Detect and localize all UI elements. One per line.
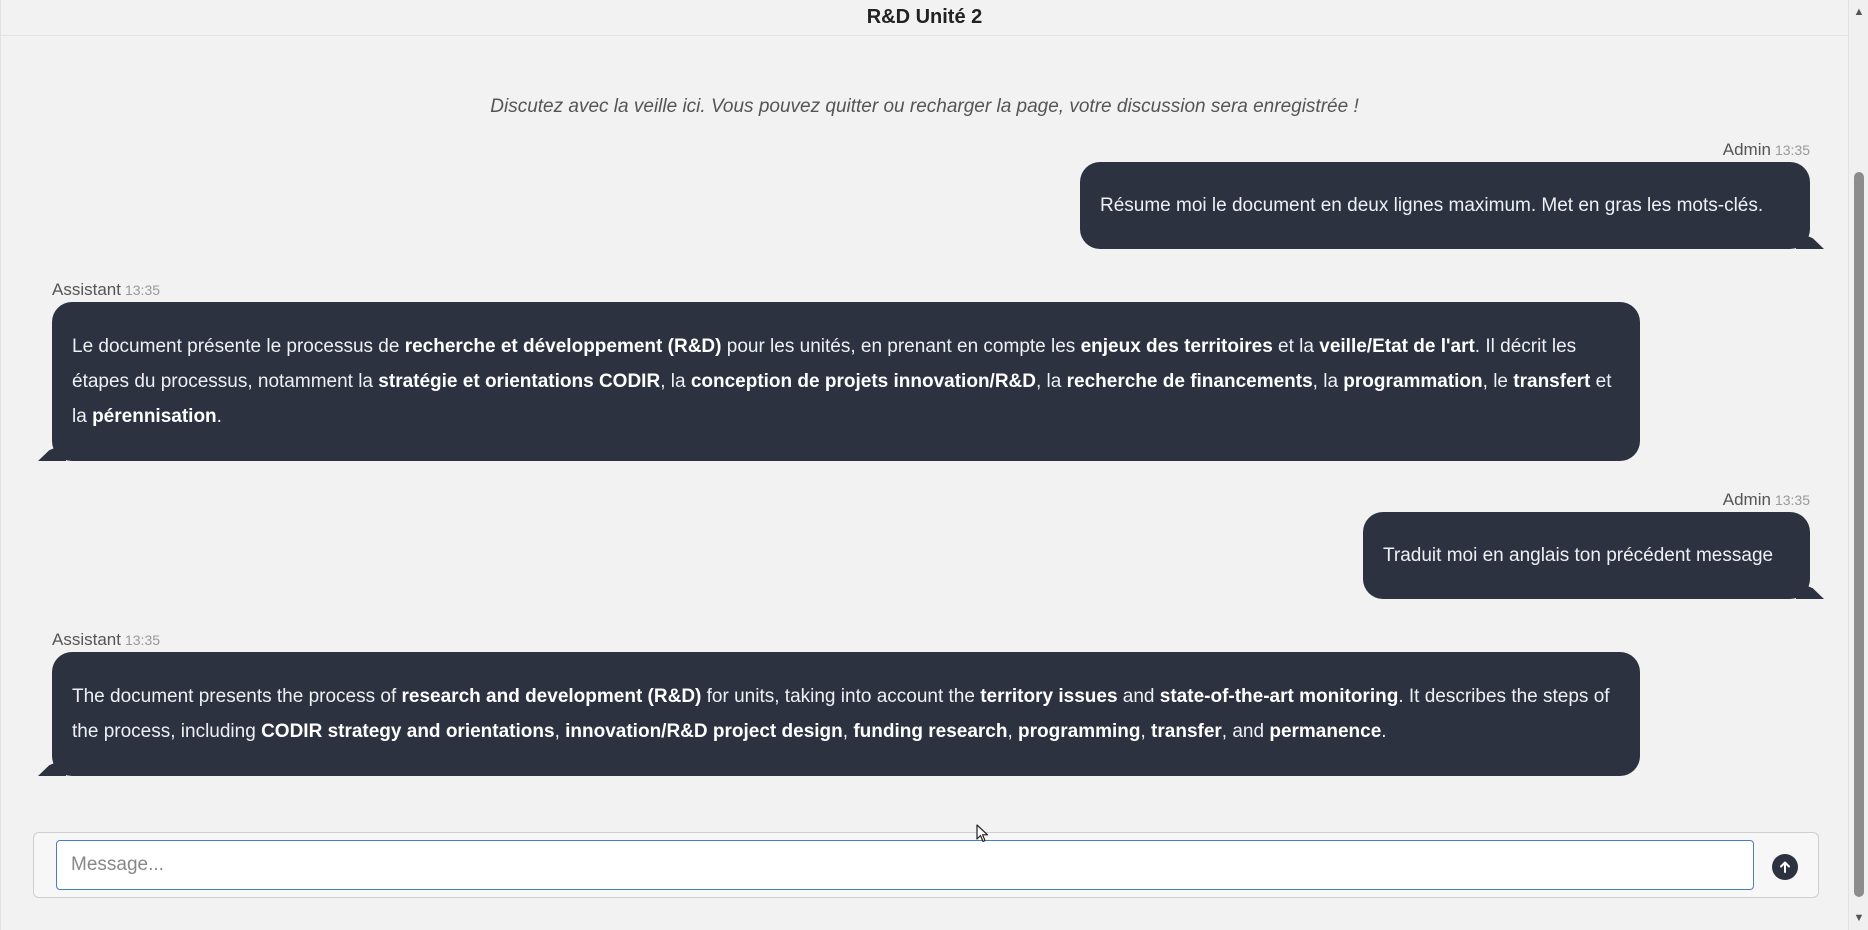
message-text: , (1007, 721, 1019, 742)
message-keyword: enjeux des territoires (1080, 336, 1273, 357)
message-bubble: Le document présente le processus de rec… (52, 302, 1640, 461)
message-assistant: Assistant 13:35 The document presents the… (52, 630, 1640, 776)
message-text: Le document présente le processus de (72, 336, 405, 357)
message-text: , la (660, 371, 691, 392)
message-keyword: state-of-the-art monitoring (1159, 686, 1399, 707)
message-admin: Admin 13:35 Résume moi le document en deu… (1080, 140, 1810, 249)
message-time: 13:35 (124, 282, 161, 298)
message-assistant: Assistant 13:35 Le document présente le p… (52, 280, 1640, 461)
message-text: , la (1312, 371, 1344, 392)
message-keyword: veille/Etat de l'art (1319, 336, 1475, 357)
message-keyword: conception de projets innovation/R&D (690, 371, 1036, 392)
mouse-pointer-icon (976, 824, 989, 843)
send-button[interactable] (1772, 854, 1798, 880)
scrollbar-thumb[interactable] (1854, 172, 1864, 897)
message-text: , (554, 721, 566, 742)
message-keyword: research and development (R&D) (401, 686, 702, 707)
message-bubble: The document presents the process of res… (52, 652, 1640, 776)
scrollbar[interactable]: ▲ ▼ (1848, 0, 1868, 930)
chat-app: R&D Unité 2 Discutez avec la veille ici.… (0, 0, 1848, 930)
message-meta: Admin 13:35 (1363, 490, 1810, 510)
message-keyword: transfer (1151, 721, 1222, 742)
message-meta: Assistant 13:35 (52, 280, 1640, 300)
message-admin: Admin 13:35 Traduit moi en anglais ton pr… (1363, 490, 1810, 599)
message-keyword: programmation (1343, 371, 1483, 392)
message-text: Traduit moi en anglais ton précédent mes… (1383, 545, 1774, 566)
message-author: Admin (1722, 490, 1771, 509)
message-keyword: transfert (1513, 371, 1591, 392)
message-keyword: CODIR strategy and orientations (261, 721, 555, 742)
message-author: Assistant (52, 280, 121, 299)
message-composer (33, 832, 1819, 898)
message-keyword: pérennisation (92, 406, 217, 427)
message-text: and (1117, 686, 1160, 707)
message-time: 13:35 (124, 632, 161, 648)
message-text: The document presents the process of (72, 686, 402, 707)
message-keyword: recherche de financements (1066, 371, 1313, 392)
intro-text: Discutez avec la veille ici. Vous pouvez… (490, 96, 1359, 117)
message-keyword: stratégie et orientations CODIR (378, 371, 661, 392)
message-keyword: territory issues (980, 686, 1118, 707)
message-bubble: Traduit moi en anglais ton précédent mes… (1363, 512, 1810, 599)
message-time: 13:35 (1774, 142, 1810, 158)
chat-header: R&D Unité 2 (1, 0, 1848, 36)
message-meta: Admin 13:35 (1080, 140, 1810, 160)
message-keyword: permanence (1269, 721, 1382, 742)
arrow-up-circle-icon (1780, 861, 1790, 873)
message-bubble: Résume moi le document en deux lignes ma… (1080, 162, 1810, 249)
message-keyword: innovation/R&D project design (565, 721, 843, 742)
message-author: Assistant (52, 630, 121, 649)
page-title: R&D Unité 2 (866, 6, 983, 28)
message-text: , le (1482, 371, 1514, 392)
triangle-down-icon[interactable]: ▼ (1853, 912, 1865, 924)
message-text: et la (1272, 336, 1320, 357)
message-text: , and (1221, 721, 1270, 742)
message-text: for units, taking into account the (701, 686, 981, 707)
message-text: . (1381, 721, 1387, 742)
message-text: pour les unités, en prenant en compte le… (721, 336, 1081, 357)
message-time: 13:35 (1774, 492, 1810, 508)
message-text: , (1140, 721, 1152, 742)
message-text: Résume moi le document en deux lignes ma… (1100, 195, 1764, 216)
message-keyword: recherche et développement (R&D) (404, 336, 722, 357)
message-keyword: funding research (853, 721, 1008, 742)
message-text: , la (1036, 371, 1067, 392)
message-author: Admin (1722, 140, 1771, 159)
message-list: Admin 13:35 Résume moi le document en deu… (1, 126, 1848, 776)
message-text: . (216, 406, 222, 427)
message-keyword: programming (1018, 721, 1141, 742)
message-text: , (842, 721, 854, 742)
triangle-up-icon[interactable]: ▲ (1853, 6, 1865, 18)
message-meta: Assistant 13:35 (52, 630, 1640, 650)
message-input[interactable] (56, 840, 1754, 890)
